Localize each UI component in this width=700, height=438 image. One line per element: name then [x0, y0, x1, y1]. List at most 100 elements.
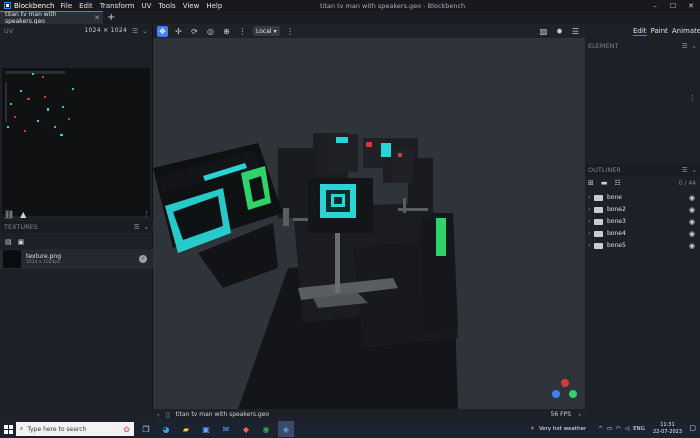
taskbar-clock[interactable]: 11:31 22-07-2023 [653, 422, 682, 436]
visibility-eye-icon[interactable]: ◉ [689, 206, 695, 214]
viewport-status-bar: ‹ ▯ titan tv man with speakers.geo 56 FP… [153, 409, 585, 420]
chevron-left-icon[interactable]: ‹ [157, 411, 160, 419]
edge-browser-icon[interactable]: ◕ [158, 421, 174, 437]
tab-animate[interactable]: Animate [672, 27, 700, 36]
rotate-tool-icon[interactable]: ⟳ [189, 26, 200, 37]
menu-edit[interactable]: Edit [79, 2, 93, 10]
task-view-icon[interactable]: ❐ [138, 421, 154, 437]
fps-counter: 56 FPS [550, 411, 571, 418]
textures-panel-header: TEXTURES ☰ ⌄ [0, 221, 153, 233]
outliner-item-bone3[interactable]: › bone3 ◉ [585, 216, 700, 227]
tab-model-file[interactable]: titan tv man with speakers.geo ✕ [0, 11, 103, 25]
menu-help[interactable]: Help [206, 2, 222, 10]
texture-item[interactable]: texture.png 1024 x 1024px ✓ [0, 249, 153, 269]
folder-icon [594, 206, 603, 213]
menu-view[interactable]: View [183, 2, 200, 10]
app-name: Blockbench [14, 1, 55, 10]
notification-icon[interactable]: ▢ [689, 424, 696, 432]
texture-thumbnail [3, 250, 21, 268]
vertex-snap-icon[interactable]: ⊕ [221, 26, 232, 37]
outliner-collapse-icon[interactable]: ⌄ [692, 166, 697, 174]
bone-label: bone5 [607, 242, 626, 249]
battery-icon[interactable]: ▭ [607, 426, 612, 432]
chevron-right-icon[interactable]: › [578, 411, 581, 419]
add-group-icon[interactable]: ▬ [601, 179, 608, 187]
bone-label: bone3 [607, 218, 626, 225]
outliner-item-bone2[interactable]: › bone2 ◉ [585, 204, 700, 215]
menu-transform[interactable]: Transform [100, 2, 135, 10]
outliner-menu-icon[interactable]: ☰ [682, 166, 688, 174]
menu-tools[interactable]: Tools [158, 2, 175, 10]
visibility-eye-icon[interactable]: ◉ [689, 242, 695, 250]
element-collapse-icon[interactable]: ⌄ [692, 42, 697, 50]
pivot-tool-icon[interactable]: ◎ [205, 26, 216, 37]
add-cube-icon[interactable]: ⊞ [588, 179, 594, 187]
volume-icon[interactable]: ◁ [625, 426, 629, 432]
tab-paint[interactable]: Paint [651, 27, 668, 36]
close-tab-icon[interactable]: ✕ [94, 14, 100, 22]
toolbar-more-icon[interactable]: ⋮ [285, 26, 296, 37]
menu-uv[interactable]: UV [142, 2, 152, 10]
model-render [153, 133, 577, 409]
status-file-name: titan tv man with speakers.geo [175, 411, 270, 418]
search-highlight-icon: ✿ [123, 424, 130, 434]
visibility-eye-icon[interactable]: ◉ [689, 218, 695, 226]
3d-viewport[interactable]: ✥ ✢ ⟳ ◎ ⊕ ⋮ Local ▾ ⋮ ▨ ✹ ☰ [153, 24, 585, 409]
uv-more-icon[interactable]: ⋮ [143, 210, 150, 218]
textures-collapse-icon[interactable]: ⌄ [144, 223, 149, 231]
lighting-icon[interactable]: ✹ [554, 26, 565, 37]
blockbench-taskbar-icon[interactable]: ◈ [278, 421, 294, 437]
file-icon: ▯ [165, 410, 170, 419]
chevron-down-icon: ▾ [273, 27, 277, 35]
resize-tool-icon[interactable]: ✢ [173, 26, 184, 37]
mail-icon[interactable]: ✉ [218, 421, 234, 437]
textures-menu-icon[interactable]: ☰ [134, 223, 140, 231]
element-more-icon[interactable]: ⋮ [689, 94, 696, 102]
tray-chevron-icon[interactable]: ^ [598, 426, 603, 432]
uv-editor-canvas[interactable] [2, 68, 150, 216]
outliner-toolbar: ⊞ ▬ ☷ 0 / 44 [585, 177, 700, 189]
screenshot-icon[interactable]: ▨ [538, 26, 549, 37]
uv-islands [5, 71, 74, 136]
uv-menu-icon[interactable]: ☰ [132, 27, 138, 35]
taskbar-search-input[interactable]: ⌕ Type here to search ✿ [16, 422, 134, 436]
move-tool-icon[interactable]: ✥ [157, 25, 168, 37]
office-icon[interactable]: ◆ [238, 421, 254, 437]
element-menu-icon[interactable]: ☰ [682, 42, 688, 50]
clock-time: 11:31 [660, 422, 675, 428]
tab-label: titan tv man with speakers.geo [5, 11, 57, 25]
element-panel-header: ELEMENT ☰ ⌄ [585, 40, 700, 52]
outliner-item-bone[interactable]: › bone ◉ [585, 192, 700, 203]
outliner-item-bone4[interactable]: › bone4 ◉ [585, 228, 700, 239]
uv-collapse-icon[interactable]: ⌄ [142, 27, 148, 35]
paint-tool-icon[interactable]: ▲ [20, 210, 26, 219]
wifi-icon[interactable]: ◠ [616, 426, 621, 432]
windows-start-icon[interactable] [0, 420, 16, 438]
minimize-button[interactable]: – [646, 0, 664, 11]
store-icon[interactable]: ▣ [198, 421, 214, 437]
textures-toolbar: ▤ ▣ [0, 236, 153, 248]
search-icon: ⌕ [20, 425, 24, 432]
sort-outliner-icon[interactable]: ☷ [615, 179, 621, 187]
create-texture-icon[interactable]: ▣ [18, 238, 25, 246]
menu-file[interactable]: File [60, 2, 72, 10]
tab-edit[interactable]: Edit [633, 27, 647, 36]
texture-check-icon[interactable]: ✓ [139, 255, 147, 263]
transform-space-select[interactable]: Local ▾ [253, 26, 280, 36]
visibility-eye-icon[interactable]: ◉ [689, 230, 695, 238]
outliner-count: 0 / 44 [678, 179, 696, 187]
uv-toolbar: ⛓ ▲ ⋮ [0, 207, 153, 221]
viewport-menu-icon[interactable]: ☰ [570, 26, 581, 37]
new-tab-icon[interactable]: + [107, 12, 115, 23]
visibility-eye-icon[interactable]: ◉ [689, 194, 695, 202]
link-icon[interactable]: ⛓ [4, 210, 14, 219]
file-explorer-icon[interactable]: ▰ [178, 421, 194, 437]
transform-space-value: Local [256, 27, 272, 35]
texture-size: 1024 x 1024px [26, 260, 60, 265]
chrome-icon[interactable]: ◉ [258, 421, 274, 437]
language-indicator[interactable]: ENG [633, 426, 645, 432]
import-texture-icon[interactable]: ▤ [5, 238, 12, 246]
close-window-button[interactable]: ✕ [682, 0, 700, 11]
outliner-item-bone5[interactable]: › bone5 ◉ [585, 240, 700, 251]
maximize-button[interactable]: ☐ [664, 0, 682, 11]
